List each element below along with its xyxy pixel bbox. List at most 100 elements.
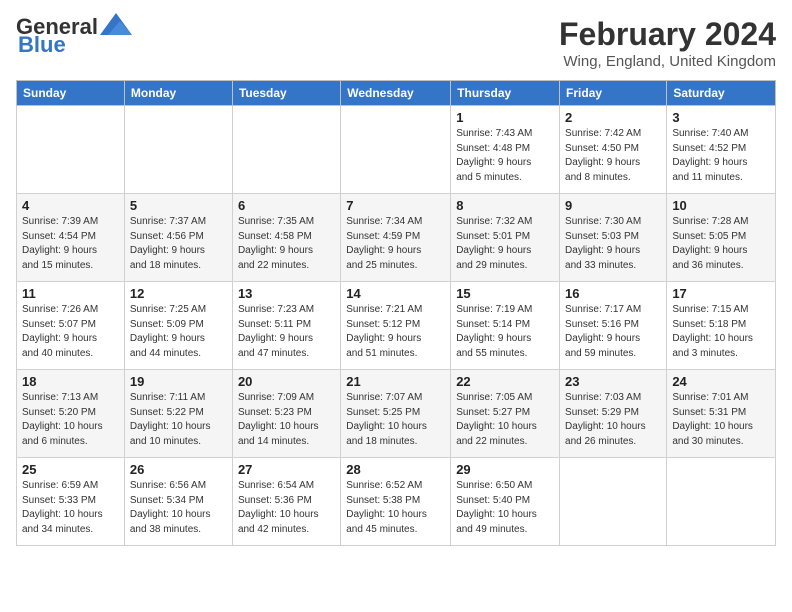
day-info: Sunrise: 7:43 AMSunset: 4:48 PMDaylight:… <box>456 127 554 185</box>
calendar-cell <box>124 106 232 194</box>
calendar-cell <box>667 458 776 546</box>
day-number: 15 <box>456 286 554 301</box>
calendar-cell: 15 Sunrise: 7:19 AMSunset: 5:14 PMDayligh… <box>451 282 560 370</box>
day-info: Sunrise: 7:03 AMSunset: 5:29 PMDaylight:… <box>565 391 661 449</box>
day-info: Sunrise: 7:28 AMSunset: 5:05 PMDaylight:… <box>672 215 770 273</box>
calendar-table: SundayMondayTuesdayWednesdayThursdayFrid… <box>16 80 776 546</box>
logo-text-blue: Blue <box>18 34 66 56</box>
day-info: Sunrise: 6:59 AMSunset: 5:33 PMDaylight:… <box>22 479 119 537</box>
calendar-cell: 7 Sunrise: 7:34 AMSunset: 4:59 PMDaylight… <box>341 194 451 282</box>
calendar-cell: 3Sunrise: 7:40 AMSunset: 4:52 PMDaylight… <box>667 106 776 194</box>
day-info: Sunrise: 7:35 AMSunset: 4:58 PMDaylight:… <box>238 215 335 273</box>
calendar-cell: 24 Sunrise: 7:01 AMSunset: 5:31 PMDayligh… <box>667 370 776 458</box>
day-number: 16 <box>565 286 661 301</box>
calendar-cell: 10 Sunrise: 7:28 AMSunset: 5:05 PMDayligh… <box>667 194 776 282</box>
calendar-cell: 22 Sunrise: 7:05 AMSunset: 5:27 PMDayligh… <box>451 370 560 458</box>
day-info: Sunrise: 6:54 AMSunset: 5:36 PMDaylight:… <box>238 479 335 537</box>
calendar-cell: 1 Sunrise: 7:43 AMSunset: 4:48 PMDaylight… <box>451 106 560 194</box>
weekday-header-wednesday: Wednesday <box>341 81 451 106</box>
day-info: Sunrise: 6:56 AMSunset: 5:34 PMDaylight:… <box>130 479 227 537</box>
page-header: General Blue February 2024 Wing, England… <box>16 16 776 70</box>
day-number: 6 <box>238 198 335 213</box>
day-number: 21 <box>346 374 445 389</box>
calendar-cell: 21 Sunrise: 7:07 AMSunset: 5:25 PMDayligh… <box>341 370 451 458</box>
day-info: Sunrise: 7:01 AMSunset: 5:31 PMDaylight:… <box>672 391 770 449</box>
day-number: 18 <box>22 374 119 389</box>
calendar-week-row: 25 Sunrise: 6:59 AMSunset: 5:33 PMDayligh… <box>17 458 776 546</box>
day-info: Sunrise: 7:25 AMSunset: 5:09 PMDaylight:… <box>130 303 227 361</box>
calendar-cell: 14 Sunrise: 7:21 AMSunset: 5:12 PMDayligh… <box>341 282 451 370</box>
calendar-cell: 6 Sunrise: 7:35 AMSunset: 4:58 PMDaylight… <box>232 194 340 282</box>
day-number: 13 <box>238 286 335 301</box>
calendar-cell <box>232 106 340 194</box>
calendar-cell: 11Sunrise: 7:26 AMSunset: 5:07 PMDayligh… <box>17 282 125 370</box>
logo: General Blue <box>16 16 132 56</box>
calendar-cell: 5 Sunrise: 7:37 AMSunset: 4:56 PMDaylight… <box>124 194 232 282</box>
calendar-cell: 20Sunrise: 7:09 AMSunset: 5:23 PMDayligh… <box>232 370 340 458</box>
day-number: 27 <box>238 462 335 477</box>
calendar-week-row: 1 Sunrise: 7:43 AMSunset: 4:48 PMDaylight… <box>17 106 776 194</box>
day-info: Sunrise: 7:11 AMSunset: 5:22 PMDaylight:… <box>130 391 227 449</box>
calendar-cell: 27 Sunrise: 6:54 AMSunset: 5:36 PMDayligh… <box>232 458 340 546</box>
day-number: 9 <box>565 198 661 213</box>
day-number: 5 <box>130 198 227 213</box>
day-number: 25 <box>22 462 119 477</box>
day-number: 23 <box>565 374 661 389</box>
day-info: Sunrise: 7:15 AMSunset: 5:18 PMDaylight:… <box>672 303 770 361</box>
day-info: Sunrise: 7:32 AMSunset: 5:01 PMDaylight:… <box>456 215 554 273</box>
day-info: Sunrise: 6:50 AMSunset: 5:40 PMDaylight:… <box>456 479 554 537</box>
calendar-cell: 4 Sunrise: 7:39 AMSunset: 4:54 PMDaylight… <box>17 194 125 282</box>
day-number: 24 <box>672 374 770 389</box>
day-number: 17 <box>672 286 770 301</box>
calendar-week-row: 11Sunrise: 7:26 AMSunset: 5:07 PMDayligh… <box>17 282 776 370</box>
calendar-cell <box>560 458 667 546</box>
calendar-cell: 29 Sunrise: 6:50 AMSunset: 5:40 PMDayligh… <box>451 458 560 546</box>
month-title: February 2024 <box>559 16 776 53</box>
calendar-cell: 26 Sunrise: 6:56 AMSunset: 5:34 PMDayligh… <box>124 458 232 546</box>
calendar-cell <box>17 106 125 194</box>
day-number: 14 <box>346 286 445 301</box>
day-number: 3 <box>672 110 770 125</box>
calendar-cell: 19 Sunrise: 7:11 AMSunset: 5:22 PMDayligh… <box>124 370 232 458</box>
calendar-cell: 25 Sunrise: 6:59 AMSunset: 5:33 PMDayligh… <box>17 458 125 546</box>
weekday-header-sunday: Sunday <box>17 81 125 106</box>
day-number: 4 <box>22 198 119 213</box>
day-number: 1 <box>456 110 554 125</box>
day-info: Sunrise: 6:52 AMSunset: 5:38 PMDaylight:… <box>346 479 445 537</box>
day-info: Sunrise: 7:17 AMSunset: 5:16 PMDaylight:… <box>565 303 661 361</box>
logo-icon <box>100 13 132 35</box>
day-number: 28 <box>346 462 445 477</box>
weekday-header-thursday: Thursday <box>451 81 560 106</box>
calendar-cell: 16 Sunrise: 7:17 AMSunset: 5:16 PMDayligh… <box>560 282 667 370</box>
day-info: Sunrise: 7:09 AMSunset: 5:23 PMDaylight:… <box>238 391 335 449</box>
day-number: 8 <box>456 198 554 213</box>
day-info: Sunrise: 7:30 AMSunset: 5:03 PMDaylight:… <box>565 215 661 273</box>
location: Wing, England, United Kingdom <box>559 53 776 70</box>
day-number: 7 <box>346 198 445 213</box>
day-number: 10 <box>672 198 770 213</box>
calendar-cell: 18Sunrise: 7:13 AMSunset: 5:20 PMDayligh… <box>17 370 125 458</box>
calendar-cell: 12Sunrise: 7:25 AMSunset: 5:09 PMDayligh… <box>124 282 232 370</box>
day-info: Sunrise: 7:19 AMSunset: 5:14 PMDaylight:… <box>456 303 554 361</box>
calendar-week-row: 18Sunrise: 7:13 AMSunset: 5:20 PMDayligh… <box>17 370 776 458</box>
weekday-header-monday: Monday <box>124 81 232 106</box>
day-number: 22 <box>456 374 554 389</box>
day-number: 2 <box>565 110 661 125</box>
day-info: Sunrise: 7:05 AMSunset: 5:27 PMDaylight:… <box>456 391 554 449</box>
day-info: Sunrise: 7:07 AMSunset: 5:25 PMDaylight:… <box>346 391 445 449</box>
calendar-cell: 17 Sunrise: 7:15 AMSunset: 5:18 PMDayligh… <box>667 282 776 370</box>
day-info: Sunrise: 7:34 AMSunset: 4:59 PMDaylight:… <box>346 215 445 273</box>
day-info: Sunrise: 7:26 AMSunset: 5:07 PMDaylight:… <box>22 303 119 361</box>
day-number: 19 <box>130 374 227 389</box>
day-number: 29 <box>456 462 554 477</box>
calendar-week-row: 4 Sunrise: 7:39 AMSunset: 4:54 PMDaylight… <box>17 194 776 282</box>
day-info: Sunrise: 7:42 AMSunset: 4:50 PMDaylight:… <box>565 127 661 185</box>
calendar-cell: 2 Sunrise: 7:42 AMSunset: 4:50 PMDaylight… <box>560 106 667 194</box>
day-info: Sunrise: 7:39 AMSunset: 4:54 PMDaylight:… <box>22 215 119 273</box>
day-info: Sunrise: 7:21 AMSunset: 5:12 PMDaylight:… <box>346 303 445 361</box>
day-info: Sunrise: 7:37 AMSunset: 4:56 PMDaylight:… <box>130 215 227 273</box>
day-number: 26 <box>130 462 227 477</box>
weekday-header-row: SundayMondayTuesdayWednesdayThursdayFrid… <box>17 81 776 106</box>
weekday-header-tuesday: Tuesday <box>232 81 340 106</box>
calendar-cell: 23 Sunrise: 7:03 AMSunset: 5:29 PMDayligh… <box>560 370 667 458</box>
